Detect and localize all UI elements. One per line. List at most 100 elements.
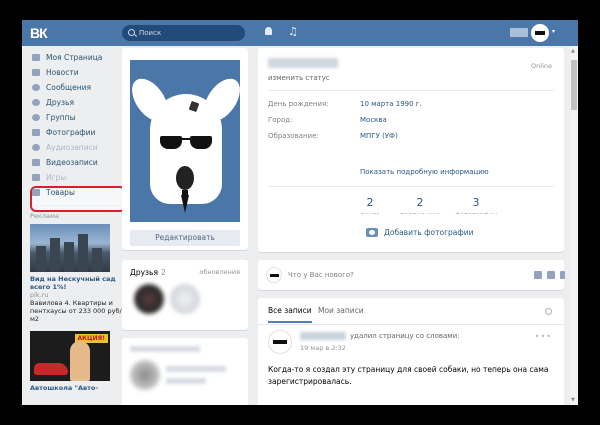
building-shape <box>92 248 102 272</box>
sidebar-item-audio[interactable]: Аудиозаписи <box>30 140 130 155</box>
chevron-down-icon[interactable]: ▾ <box>552 28 555 35</box>
top-header: ВК Поиск ♫ ▾ <box>22 20 578 46</box>
glasses-lens <box>190 136 212 149</box>
ad-label: Реклама <box>30 212 59 220</box>
sidebar-item-label: Товары <box>46 188 75 197</box>
profile-info-card: изменить статус Online День рождения: 10… <box>258 48 564 224</box>
city-label: Город: <box>268 116 293 124</box>
sidebar-item-messages[interactable]: Сообщения <box>30 80 130 95</box>
tab-all-posts[interactable]: Все записи <box>268 306 312 323</box>
goods-icon <box>32 189 40 196</box>
blurred-text <box>130 346 200 352</box>
ad-site[interactable]: pik.ru <box>30 291 130 299</box>
scrollbar[interactable]: ▲ ▼ <box>570 46 578 405</box>
counter-value: 3 <box>472 196 480 209</box>
vk-logo[interactable]: ВК <box>30 25 48 41</box>
sidebar-item-label: Игры <box>46 173 67 182</box>
friends-updates-link[interactable]: обновления <box>199 268 240 276</box>
profile-name-blurred <box>268 58 338 68</box>
sidebar-item-label: Аудиозаписи <box>46 143 98 152</box>
search-icon[interactable] <box>545 308 552 315</box>
divider <box>268 90 554 91</box>
scrollbar-thumb[interactable] <box>571 60 577 110</box>
header-avatar[interactable] <box>531 24 549 42</box>
search-input[interactable]: Поиск <box>122 25 245 41</box>
friends-card: Друзья 2 обновления <box>122 260 248 330</box>
sidebar-item-label: Фотографии <box>46 128 96 137</box>
ad-image-driving-school[interactable]: АКЦИЯ! <box>30 331 110 381</box>
show-details-link[interactable]: Показать подробную информацию <box>360 168 489 176</box>
sidebar-item-label: Видеозаписи <box>46 158 98 167</box>
friend-avatar[interactable] <box>134 284 164 314</box>
post-avatar[interactable] <box>268 330 292 354</box>
user-name-blurred[interactable] <box>510 28 528 37</box>
sidebar-item-games[interactable]: Игры <box>30 170 130 185</box>
sidebar-item-groups[interactable]: Группы <box>30 110 130 125</box>
tie-icon <box>180 190 190 213</box>
sidebar-item-label: Сообщения <box>46 83 92 92</box>
search-icon <box>128 29 135 36</box>
post-action-text: удалил страницу со словами: <box>350 332 460 340</box>
building-shape <box>50 238 60 272</box>
ad-title-2[interactable]: Автошкола "Авто- <box>30 384 130 392</box>
camera-icon <box>366 228 378 237</box>
ad-title[interactable]: Вид на Нескучный сад всего 1%! <box>30 275 130 291</box>
tab-my-posts[interactable]: Мои записи <box>318 306 364 315</box>
sunglasses-icon <box>273 340 287 344</box>
car-shape <box>34 363 68 375</box>
sidebar-item-photos[interactable]: Фотографии <box>30 125 130 140</box>
sidebar-item-videos[interactable]: Видеозаписи <box>30 155 130 170</box>
blurred-text <box>166 366 226 372</box>
sidebar-item-label: Новости <box>46 68 79 77</box>
counter-value: 2 <box>416 196 424 209</box>
blurred-text <box>166 378 206 384</box>
edit-profile-button[interactable]: Редактировать <box>130 230 240 246</box>
scroll-down-icon[interactable]: ▼ <box>571 397 575 403</box>
wall-card: Все записи Мои записи удалил страницу со… <box>258 298 564 405</box>
post-text: Когда-то я создал эту страницу для своей… <box>268 365 549 386</box>
profile-photo[interactable] <box>130 60 240 222</box>
birthday-label: День рождения: <box>268 100 329 108</box>
games-icon <box>32 174 40 181</box>
add-photos-link[interactable]: Добавить фотографии <box>384 228 474 237</box>
sidebar-item-news[interactable]: Новости <box>30 65 130 80</box>
education-value[interactable]: МПГУ (УФ) <box>360 132 398 140</box>
dog-mouth <box>176 166 194 190</box>
video-icon <box>32 159 40 166</box>
search-placeholder: Поиск <box>139 29 162 37</box>
post-menu-icon[interactable]: ••• <box>535 332 552 341</box>
sunglasses-icon <box>160 136 212 150</box>
blurred-card <box>122 338 248 405</box>
camera-icon[interactable] <box>534 271 542 279</box>
composer-placeholder[interactable]: Что у Вас нового? <box>288 271 354 279</box>
ad-image-buildings[interactable] <box>30 224 110 272</box>
music-icon[interactable]: ♫ <box>288 25 298 38</box>
building-shape <box>36 246 46 272</box>
scroll-up-icon[interactable]: ▲ <box>571 48 575 54</box>
camera-icon <box>32 129 40 136</box>
sidebar-item-goods[interactable]: Товары <box>30 185 130 200</box>
sidebar-item-label: Друзья <box>46 98 74 107</box>
bell-icon[interactable] <box>264 27 273 37</box>
sidebar-item-friends[interactable]: Друзья <box>30 95 130 110</box>
composer-avatar <box>266 267 282 283</box>
messages-icon <box>32 84 40 91</box>
divider <box>258 324 564 325</box>
profile-photo-card: Редактировать <box>122 48 248 250</box>
video-icon[interactable] <box>547 271 555 279</box>
divider <box>268 186 554 187</box>
friend-avatar[interactable] <box>170 284 200 314</box>
add-photos-card[interactable]: Добавить фотографии <box>258 214 564 252</box>
friends-title[interactable]: Друзья 2 <box>130 268 166 277</box>
post-composer[interactable]: Что у Вас нового? <box>258 260 565 290</box>
birthday-value[interactable]: 10 марта 1990 г. <box>360 100 422 108</box>
blurred-avatar <box>130 360 160 390</box>
music-icon[interactable] <box>560 271 565 279</box>
change-status-link[interactable]: изменить статус <box>268 74 330 82</box>
building-shape <box>64 242 74 272</box>
post-timestamp[interactable]: 19 мар в 2:32 <box>300 344 346 352</box>
city-value[interactable]: Москва <box>360 116 387 124</box>
left-sidebar: Моя Страница Новости Сообщения Друзья Гр… <box>30 50 130 392</box>
sidebar-item-my-page[interactable]: Моя Страница <box>30 50 130 65</box>
post-author-blurred[interactable] <box>300 332 346 340</box>
